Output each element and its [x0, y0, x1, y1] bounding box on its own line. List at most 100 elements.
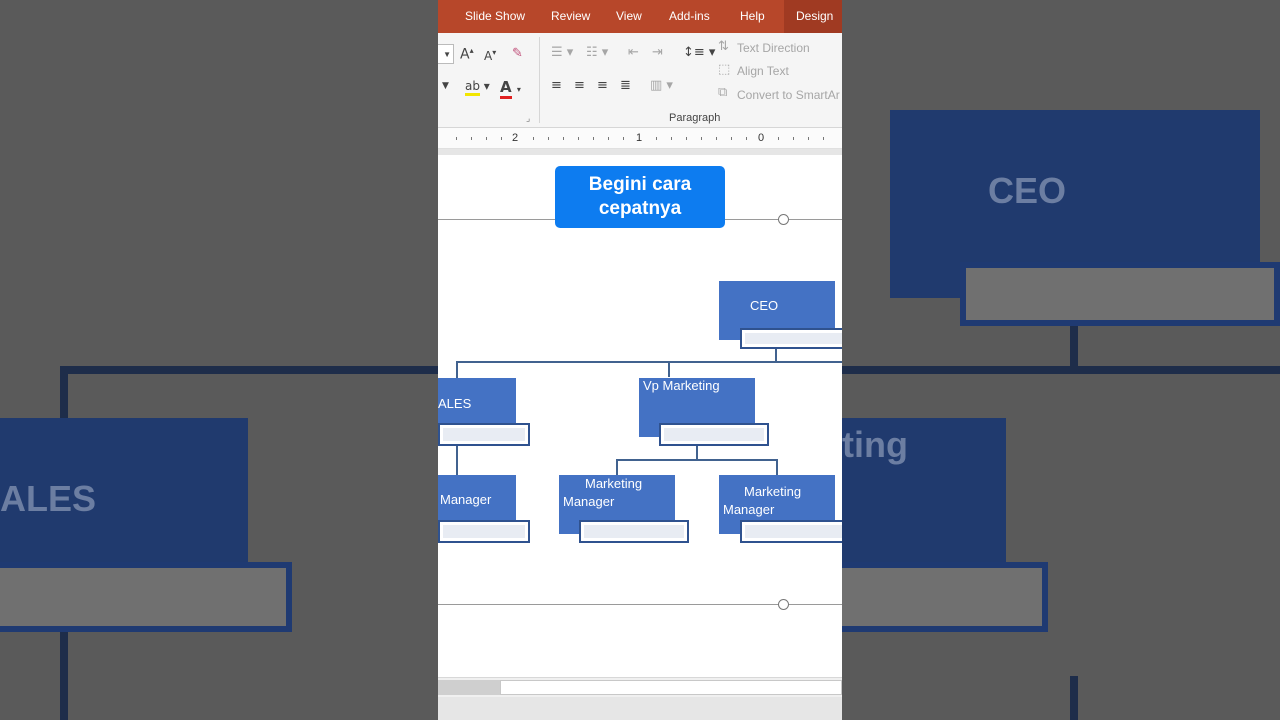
connector-line	[456, 361, 842, 363]
align-left-icon[interactable]: ≡	[551, 78, 562, 93]
bg-connector	[842, 366, 1280, 374]
ruler-tick	[656, 137, 657, 140]
slide-canvas[interactable]: CEO ALES Vp Marketing Manager Marketing …	[438, 155, 842, 677]
bg-marketing-text: ting	[842, 424, 908, 465]
node-label-line2: Manager	[723, 502, 775, 517]
bg-connector	[60, 366, 68, 418]
ruler-tick	[716, 137, 717, 140]
ruler-tick	[731, 137, 732, 140]
ruler-tick	[701, 137, 702, 140]
scrollbar-thumb[interactable]	[438, 680, 500, 695]
scrollbar-track[interactable]	[500, 680, 842, 695]
connector-line	[776, 459, 778, 475]
background-right: CEO ting	[842, 0, 1280, 720]
align-text-icon: ⬚	[718, 62, 731, 77]
tab-add-ins[interactable]: Add-ins	[669, 0, 710, 33]
align-text-button[interactable]: Align Text	[737, 64, 789, 78]
clear-formatting-icon[interactable]: ✎	[512, 46, 523, 61]
horizontal-scrollbar[interactable]	[438, 677, 842, 698]
node-label: Manager	[440, 492, 492, 507]
node-label-line1: Marketing	[744, 484, 802, 499]
org-subtext-box[interactable]	[438, 423, 530, 446]
node-label-line2: Manager	[563, 494, 615, 509]
caption-line-2: cepatnya	[598, 198, 682, 219]
tab-view[interactable]: View	[616, 0, 642, 33]
ruler-tick	[623, 137, 624, 140]
justify-icon[interactable]: ≣	[620, 78, 631, 93]
tab-slide-show[interactable]: Slide Show	[465, 0, 525, 33]
tab-help[interactable]: Help	[740, 0, 765, 33]
bg-sub-box	[960, 262, 1280, 326]
org-subtext-box[interactable]	[740, 520, 842, 543]
align-center-icon[interactable]: ≡	[574, 78, 585, 93]
caption-overlay: Begini cara cepatnya	[555, 166, 725, 228]
shrink-font-icon[interactable]: A▾	[484, 48, 496, 63]
text-direction-button[interactable]: Text Direction	[737, 41, 810, 55]
font-color-icon[interactable]: A ▾	[500, 78, 521, 99]
font-launcher-icon[interactable]: ⌟	[526, 113, 530, 124]
subtext-fill	[443, 525, 525, 538]
ribbon-separator	[539, 37, 540, 123]
subtext-fill	[664, 428, 764, 441]
decrease-indent-icon[interactable]: ⇤	[628, 45, 639, 60]
dropdown-arrow-icon[interactable]: ▼	[442, 81, 449, 91]
font-size-dropdown[interactable]: ▼	[438, 44, 454, 64]
connector-line	[456, 361, 458, 379]
subtext-fill	[443, 428, 525, 441]
bg-connector	[60, 366, 438, 374]
notes-bar	[438, 697, 842, 720]
paragraph-group-label: Paragraph	[669, 112, 721, 124]
node-label-line1: Marketing	[585, 476, 643, 491]
org-subtext-box[interactable]	[659, 423, 769, 446]
bg-sales-text: ALES	[0, 478, 97, 519]
bullets-icon[interactable]: ☰ ▾	[551, 45, 573, 60]
org-subtext-box[interactable]	[579, 520, 689, 543]
align-right-icon[interactable]: ≡	[597, 78, 608, 93]
background-left: ALES	[0, 0, 438, 720]
bg-sub-box	[0, 562, 292, 632]
connector-line	[616, 459, 618, 475]
convert-smartart-button[interactable]: Convert to SmartAr	[737, 88, 840, 102]
tab-review[interactable]: Review	[551, 0, 590, 33]
ribbon-tabs: Slide Show Review View Add-ins Help Desi…	[438, 0, 842, 33]
ruler-tick	[563, 137, 564, 140]
bg-connector	[1070, 676, 1078, 720]
highlight-icon[interactable]: ab ▾	[465, 79, 490, 96]
columns-icon[interactable]: ▥ ▾	[650, 78, 673, 93]
ruler-tick	[578, 137, 579, 140]
ruler-label: 0	[758, 132, 765, 144]
org-node-sales-manager[interactable]: Manager	[438, 475, 516, 524]
resize-handle[interactable]	[778, 214, 789, 225]
node-label: Vp Marketing	[643, 378, 720, 393]
ruler-tick	[746, 137, 747, 140]
subtext-fill	[745, 525, 842, 538]
smartart-icon: ⧉	[718, 85, 728, 100]
connector-line	[696, 444, 698, 460]
org-subtext-box[interactable]	[438, 520, 530, 543]
increase-indent-icon[interactable]: ⇥	[652, 45, 663, 60]
numbering-icon[interactable]: ☷ ▾	[586, 45, 608, 60]
tab-design[interactable]: Design	[784, 0, 842, 33]
ruler-tick	[533, 137, 534, 140]
bg-connector	[1070, 326, 1078, 368]
org-subtext-box[interactable]	[740, 328, 842, 349]
ruler-tick	[686, 137, 687, 140]
selection-guide-bottom	[788, 604, 842, 605]
powerpoint-window: Slide Show Review View Add-ins Help Desi…	[438, 0, 842, 720]
subtext-fill	[584, 525, 684, 538]
grow-font-icon[interactable]: A▴	[460, 46, 474, 63]
ruler-tick	[823, 137, 824, 140]
connector-line	[456, 445, 458, 475]
selection-guide-bottom	[438, 604, 778, 605]
bg-ceo-text: CEO	[988, 170, 1067, 211]
bg-connector	[60, 632, 68, 720]
resize-handle[interactable]	[778, 599, 789, 610]
subtext-fill	[745, 333, 842, 344]
ruler-tick	[456, 137, 457, 140]
org-node-vp-sales[interactable]: ALES	[438, 378, 516, 427]
connector-line	[616, 459, 778, 461]
ruler-label: 1	[636, 132, 643, 144]
line-spacing-icon[interactable]: ↕≡ ▾	[683, 45, 715, 60]
ruler-tick	[501, 137, 502, 140]
node-label: ALES	[438, 396, 472, 411]
